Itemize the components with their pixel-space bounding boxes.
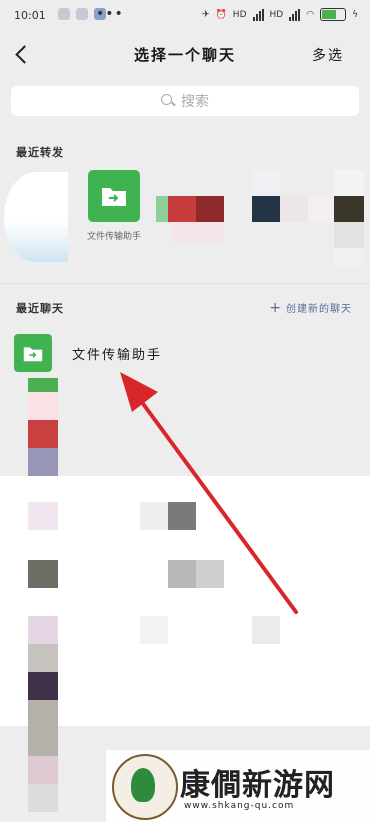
blurred-chat-avatar[interactable] [28, 616, 58, 644]
battery-icon [320, 8, 347, 21]
app-notification-icon [58, 8, 70, 20]
signal-icon [289, 8, 301, 21]
recent-forward-item[interactable]: 文件传输助手 [87, 170, 144, 245]
blurred-chat-avatar[interactable] [28, 420, 58, 448]
blurred-contact-avatar[interactable] [4, 172, 68, 262]
blurred-chat-avatar[interactable] [28, 502, 58, 530]
blurred-chat-avatar[interactable] [28, 756, 58, 784]
nfc-icon: ✈ [202, 9, 210, 20]
recent-forward-list: 文件传输助手 [0, 160, 370, 270]
status-right-icons: ✈ ⏰ HD HD ◠ ϟ [202, 8, 358, 21]
blurred-chat-avatar[interactable] [28, 672, 58, 700]
blurred-contact-label [334, 222, 364, 248]
blurred-chat-avatar[interactable] [28, 784, 58, 812]
blurred-chat-avatar[interactable] [28, 448, 58, 476]
section-divider [0, 283, 370, 284]
blurred-contact-avatar[interactable] [168, 196, 196, 222]
search-icon [161, 94, 175, 108]
blurred-contact-avatar[interactable] [280, 196, 308, 222]
blurred-contact-avatar[interactable] [252, 196, 280, 222]
recent-forward-title: 最近转发 [16, 146, 64, 159]
multi-select-button[interactable]: 多选 [312, 45, 344, 65]
folder-icon [102, 188, 126, 206]
blurred-contact-avatar[interactable] [334, 196, 364, 222]
status-time: 10:01 [14, 9, 46, 22]
create-new-chat-button[interactable]: + 创建新的聊天 [269, 300, 352, 316]
signal-hd-label: HD [269, 9, 284, 20]
watermark: 康僴新游网 www.shkang-qu.com [106, 750, 370, 822]
blurred-contact-label [172, 222, 224, 242]
blurred-chat-avatar[interactable] [28, 700, 58, 756]
blurred-chat-avatar[interactable] [28, 378, 58, 392]
plus-icon: + [269, 300, 282, 316]
blurred-contact-avatar[interactable] [196, 196, 224, 222]
blurred-chat-text [140, 616, 168, 644]
blurred-chat-avatar[interactable] [28, 644, 58, 672]
more-notifications-icon: ••• [96, 6, 124, 22]
alarm-icon: ⏰ [215, 9, 227, 20]
blurred-contact-avatar[interactable] [308, 196, 334, 222]
create-new-chat-label: 创建新的聊天 [286, 304, 352, 315]
blurred-contact-avatar[interactable] [334, 170, 364, 196]
status-bar: 10:01 ••• ✈ ⏰ HD HD ◠ ϟ [0, 0, 370, 32]
search-input[interactable]: 搜索 [11, 86, 359, 116]
app-notification-icon [76, 8, 88, 20]
signal-icon [252, 8, 264, 21]
wifi-icon: ◠ [306, 9, 315, 20]
blurred-contact-label [334, 248, 364, 268]
recent-forward-label: 文件传输助手 [86, 232, 141, 242]
watermark-logo [112, 754, 178, 820]
signal-hd-label: HD [232, 9, 247, 20]
annotation-arrow [120, 372, 298, 614]
file-transfer-avatar [14, 334, 52, 372]
charging-icon: ϟ [352, 9, 358, 20]
watermark-url: www.shkang-qu.com [184, 801, 295, 811]
search-placeholder: 搜索 [181, 94, 209, 110]
blurred-chat-text [252, 616, 280, 644]
watermark-name: 康僴新游网 [180, 768, 335, 803]
folder-icon [23, 346, 43, 361]
blurred-chat-avatar[interactable] [28, 560, 58, 588]
file-transfer-avatar [88, 170, 140, 222]
blurred-contact-avatar[interactable] [252, 170, 280, 196]
blurred-chat-avatar[interactable] [28, 392, 58, 420]
recent-chats-title: 最近聊天 [16, 302, 64, 315]
nav-bar: 选择一个聊天 多选 [0, 34, 370, 74]
